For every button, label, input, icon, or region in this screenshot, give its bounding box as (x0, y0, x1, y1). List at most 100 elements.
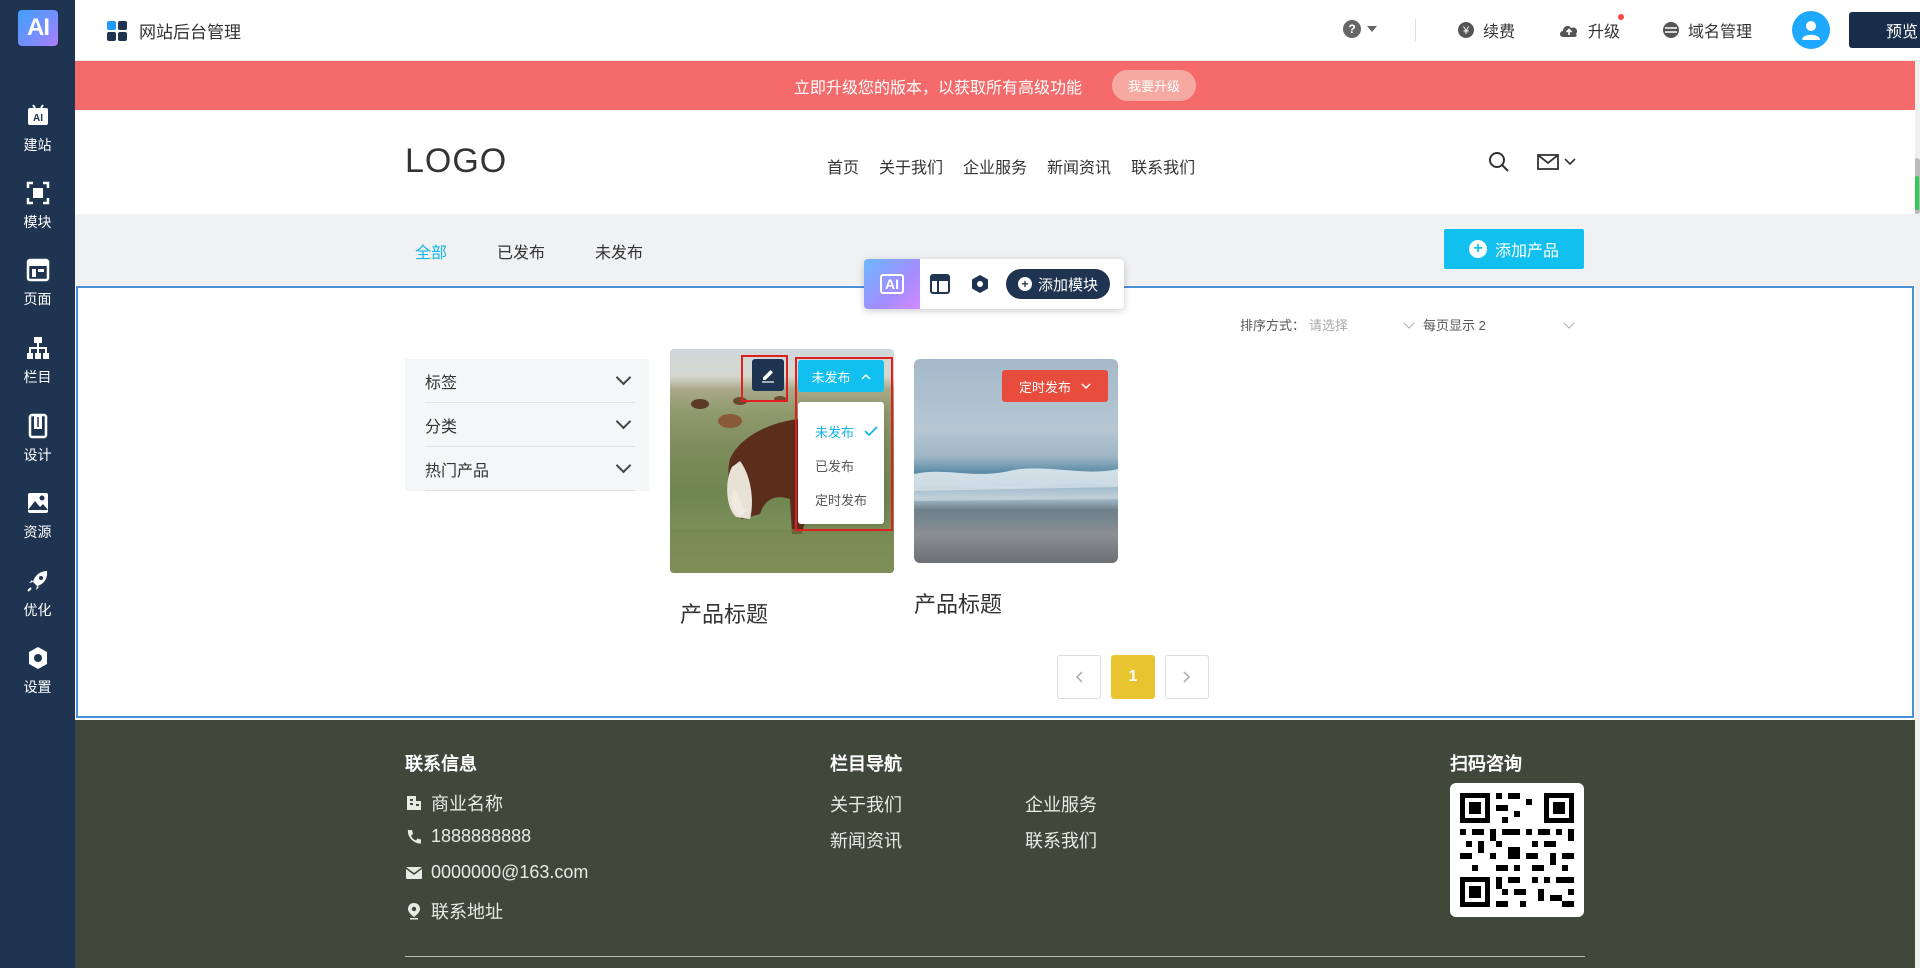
rocket-icon (26, 571, 47, 592)
plus-icon: + (1468, 240, 1487, 258)
sidebar-item-design[interactable]: 设计 (0, 404, 75, 474)
sidebar-item-label: 模块 (23, 214, 52, 230)
per-page-select[interactable]: 每页显示 2 (1423, 315, 1575, 334)
settings-icon (28, 647, 47, 669)
site-logo[interactable]: LOGO (405, 142, 507, 181)
mail-icon (1537, 154, 1559, 170)
sidebar-item-label: 优化 (23, 602, 52, 618)
help-menu[interactable]: ? (1343, 20, 1377, 38)
footer-phone: 1888888888 (405, 826, 531, 847)
layout-button[interactable] (920, 259, 960, 309)
filter-tags[interactable]: 标签 (425, 359, 635, 403)
chevron-down-icon (1564, 158, 1576, 166)
add-module-label: 添加模块 (1038, 276, 1099, 294)
domain-management-button[interactable]: 域名管理 (1662, 18, 1752, 42)
settings-button[interactable] (960, 259, 1000, 309)
site-nav: 首页 关于我们 企业服务 新闻资讯 联系我们 (827, 154, 1195, 178)
filter-label: 热门产品 (425, 462, 490, 480)
page-number-current[interactable]: 1 (1111, 655, 1155, 699)
mail-menu[interactable] (1536, 152, 1576, 172)
site-nav-services[interactable]: 企业服务 (963, 154, 1027, 178)
site-footer: 联系信息 商业名称 1888888888 0000000@163.com 联系地… (75, 720, 1915, 968)
sidebar-item-label: 资源 (23, 524, 52, 540)
tab-unpublished[interactable]: 未发布 (595, 239, 643, 263)
user-avatar[interactable] (1792, 11, 1830, 49)
status-dropdown-button[interactable]: 定时发布 (1002, 370, 1108, 402)
site-nav-news[interactable]: 新闻资讯 (1047, 154, 1111, 178)
building-icon (407, 796, 421, 810)
site-nav-contact[interactable]: 联系我们 (1131, 154, 1195, 178)
chevron-down-icon (1081, 382, 1091, 389)
sidebar-item-settings[interactable]: 设置 (0, 636, 75, 706)
sidebar-item-columns[interactable]: 栏目 (0, 326, 75, 396)
filter-categories[interactable]: 分类 (425, 403, 635, 447)
sidebar-item-modules[interactable]: 模块 (0, 171, 75, 241)
phone-icon (407, 829, 421, 844)
help-icon: ? (1343, 20, 1361, 38)
footer-email-address: 0000000@163.com (431, 862, 589, 882)
plus-circle-icon: + (1018, 277, 1032, 291)
footer-company-name: 商业名称 (431, 794, 503, 814)
filter-hot-products[interactable]: 热门产品 (425, 447, 635, 491)
filter-panel: 标签 分类 热门产品 (405, 359, 649, 491)
add-product-button[interactable]: + 添加产品 (1444, 229, 1584, 269)
footer-link-contact[interactable]: 联系我们 (1025, 827, 1097, 853)
yen-icon: ¥ (1458, 22, 1474, 38)
banner-text: 立即升级您的版本，以获取所有高级功能 (793, 79, 1082, 97)
footer-link-news[interactable]: 新闻资讯 (830, 827, 902, 853)
footer-company: 商业名称 (405, 790, 503, 816)
sidebar-item-build[interactable]: AI 建站 (0, 94, 75, 164)
search-icon[interactable] (1488, 151, 1510, 173)
product-title[interactable]: 产品标题 (680, 597, 768, 629)
upgrade-banner: 立即升级您的版本，以获取所有高级功能 我要升级 (75, 61, 1915, 110)
footer-email: 0000000@163.com (405, 862, 588, 883)
sort-select[interactable]: 请选择 (1309, 315, 1415, 334)
domain-icon (1663, 22, 1679, 38)
footer-link-services[interactable]: 企业服务 (1025, 791, 1097, 817)
next-page-button[interactable] (1165, 655, 1209, 699)
product-title[interactable]: 产品标题 (914, 587, 1002, 619)
top-bar: 网站后台管理 ? ¥ 续费 升级 域名管理 预览 (75, 0, 1920, 61)
tab-all[interactable]: 全部 (415, 239, 447, 263)
banner-upgrade-button[interactable]: 我要升级 (1112, 70, 1197, 101)
renew-button[interactable]: ¥ 续费 (1457, 18, 1515, 42)
renew-label: 续费 (1483, 24, 1516, 41)
sidebar-item-resources[interactable]: 资源 (0, 481, 75, 551)
upgrade-button[interactable]: 升级 (1558, 18, 1620, 42)
sidebar-item-label: 设置 (23, 679, 52, 695)
add-module-button[interactable]: + 添加模块 (1006, 269, 1111, 299)
prev-page-button[interactable] (1057, 655, 1101, 699)
footer-address: 联系地址 (405, 898, 503, 924)
footer-divider (405, 956, 1585, 957)
qr-code-image (1460, 793, 1574, 907)
notification-dot (1618, 14, 1624, 20)
user-icon (1802, 21, 1820, 40)
chevron-down-icon (1563, 316, 1575, 329)
domain-label: 域名管理 (1688, 24, 1753, 41)
sidebar-item-optimize[interactable]: 优化 (0, 559, 75, 629)
chevron-down-icon (615, 457, 632, 474)
envelope-icon (405, 866, 423, 879)
app-title-text: 网站后台管理 (139, 23, 241, 42)
sidebar-item-pages[interactable]: 页面 (0, 248, 75, 318)
tab-published[interactable]: 已发布 (497, 239, 545, 263)
layout-icon (930, 274, 950, 294)
site-nav-about[interactable]: 关于我们 (879, 154, 943, 178)
add-product-label: 添加产品 (1494, 243, 1559, 260)
filter-label: 标签 (425, 374, 458, 392)
site-nav-home[interactable]: 首页 (827, 154, 859, 178)
chevron-left-icon (1075, 671, 1083, 683)
ai-button[interactable]: AI (864, 259, 920, 309)
module-toolbar: AI + 添加模块 (864, 259, 1124, 309)
cloud-upload-icon (1560, 25, 1578, 37)
footer-link-about[interactable]: 关于我们 (830, 791, 902, 817)
sitemap-icon (26, 337, 49, 359)
preview-button[interactable]: 预览 (1849, 12, 1920, 48)
footer-contact-heading: 联系信息 (405, 754, 477, 774)
location-pin-icon (408, 903, 420, 920)
svg-text:¥: ¥ (1462, 25, 1470, 37)
app-logo: AI (18, 10, 58, 46)
scroll-position-indicator (1915, 176, 1919, 210)
footer-address-text: 联系地址 (431, 902, 503, 922)
footer-qr-heading: 扫码咨询 (1450, 754, 1522, 774)
